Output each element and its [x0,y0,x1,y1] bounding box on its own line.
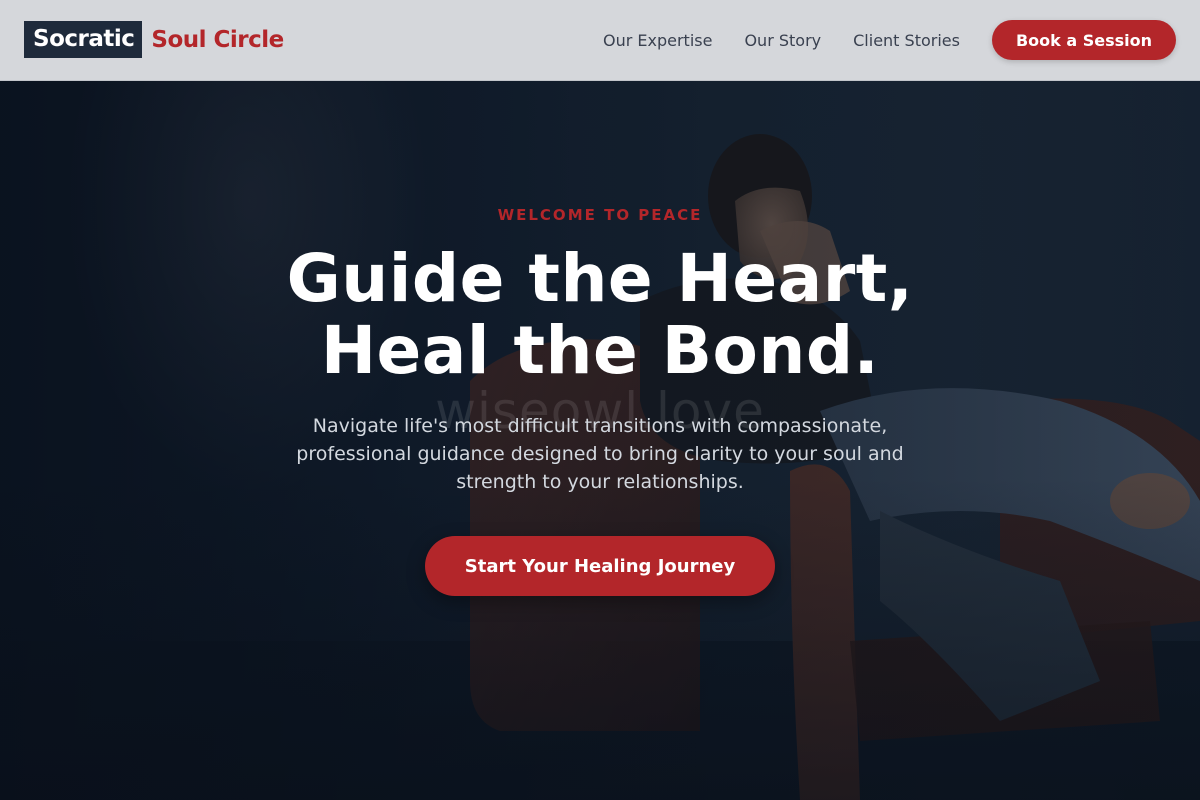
main-nav: Our Expertise Our Story Client Stories [603,0,992,80]
nav-link-client-stories[interactable]: Client Stories [853,31,960,50]
hero-headline-line-2: Heal the Bond. [320,312,880,389]
hero-headline-line-1: Guide the Heart, [286,240,914,317]
book-session-button[interactable]: Book a Session [992,20,1176,60]
logo[interactable]: Socratic Soul Circle [24,21,284,58]
hero-headline: Guide the Heart, Heal the Bond. [0,243,1200,387]
start-journey-button[interactable]: Start Your Healing Journey [425,536,775,596]
logo-box-text: Socratic [24,21,143,58]
nav-link-our-expertise[interactable]: Our Expertise [603,31,712,50]
site-header: Socratic Soul Circle Our Expertise Our S… [0,0,1200,81]
nav-link-our-story[interactable]: Our Story [744,31,821,50]
hero-content: WELCOME TO PEACE Guide the Heart, Heal t… [0,0,1200,800]
hero-eyebrow: WELCOME TO PEACE [497,206,703,224]
hero-subtext: Navigate life's most difficult transitio… [296,415,904,493]
logo-accent-text: Soul Circle [151,26,284,53]
page: Socratic Soul Circle Our Expertise Our S… [0,0,1200,800]
